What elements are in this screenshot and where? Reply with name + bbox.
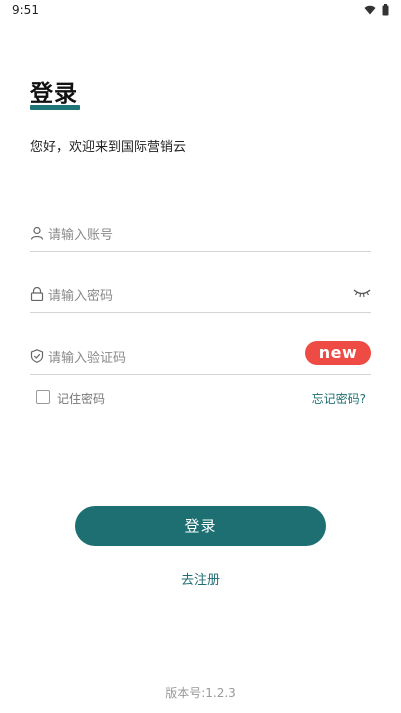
- page-title: 登录: [30, 81, 78, 107]
- eye-closed-icon[interactable]: [353, 287, 371, 299]
- login-button[interactable]: 登录: [75, 506, 326, 546]
- wifi-icon: [364, 5, 376, 15]
- verification-code-field[interactable]: 请输入验证码 new: [30, 341, 371, 375]
- forgot-password-link[interactable]: 忘记密码?: [312, 390, 366, 407]
- register-link[interactable]: 去注册: [0, 569, 401, 588]
- title-underline: [30, 105, 80, 110]
- page-title-block: 登录: [30, 74, 80, 110]
- remember-label[interactable]: 记住密码: [57, 390, 105, 407]
- account-field[interactable]: 请输入账号: [30, 222, 371, 252]
- password-field[interactable]: 请输入密码: [30, 283, 371, 313]
- status-bar: 9:51: [0, 0, 401, 22]
- status-icons: [364, 4, 389, 16]
- user-icon: [30, 226, 44, 240]
- code-placeholder: 请输入验证码: [48, 351, 127, 366]
- battery-icon: [382, 4, 389, 16]
- account-placeholder: 请输入账号: [48, 228, 114, 243]
- captcha-image[interactable]: new: [305, 341, 371, 365]
- welcome-text: 您好，欢迎来到国际营销云: [30, 140, 187, 155]
- shield-check-icon: [30, 349, 44, 363]
- password-placeholder: 请输入密码: [48, 289, 114, 304]
- remember-checkbox[interactable]: [36, 390, 50, 404]
- lock-icon: [30, 287, 44, 301]
- status-time: 9:51: [12, 3, 39, 17]
- remember-row: 记住密码 忘记密码?: [36, 389, 366, 409]
- version-text: 版本号:1.2.3: [165, 686, 236, 700]
